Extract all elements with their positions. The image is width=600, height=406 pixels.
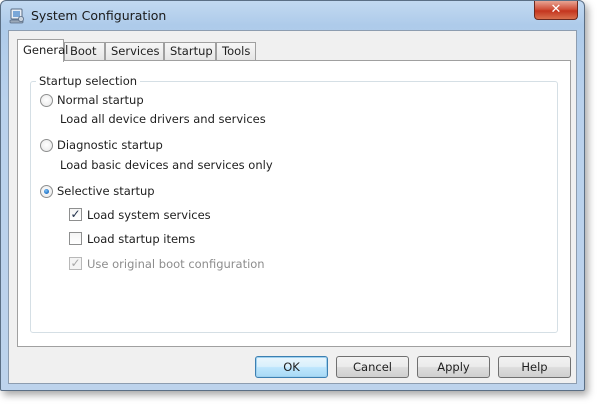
use-original-boot-label: Use original boot configuration	[87, 257, 265, 271]
group-label: Startup selection	[36, 74, 141, 88]
tab-services[interactable]: Services	[105, 42, 164, 61]
system-config-icon	[9, 8, 24, 24]
tab-tools[interactable]: Tools	[216, 42, 256, 61]
dialog-client-area: General Boot Services Startup Tools Star…	[8, 30, 577, 384]
load-startup-items-label[interactable]: Load startup items	[87, 232, 195, 246]
load-system-services-checkbox[interactable]: ✓	[69, 208, 82, 221]
normal-startup-radio[interactable]	[40, 94, 53, 107]
close-button[interactable]: ✕	[534, 1, 578, 20]
diagnostic-startup-radio[interactable]	[40, 139, 53, 152]
normal-startup-label[interactable]: Normal startup	[57, 93, 144, 107]
tab-boot[interactable]: Boot	[64, 42, 105, 61]
startup-selection-group: Startup selection Normal startup Load al…	[30, 74, 558, 333]
use-original-boot-checkbox: ✓	[69, 256, 82, 270]
selective-startup-radio[interactable]	[40, 185, 53, 198]
diagnostic-startup-label[interactable]: Diagnostic startup	[57, 138, 163, 152]
selective-startup-label[interactable]: Selective startup	[57, 184, 155, 198]
apply-button[interactable]: Apply	[417, 356, 490, 378]
load-system-services-label[interactable]: Load system services	[87, 208, 211, 222]
diagnostic-startup-description: Load basic devices and services only	[60, 158, 273, 172]
tab-startup[interactable]: Startup	[164, 42, 216, 61]
ok-button[interactable]: OK	[255, 356, 328, 378]
window-title: System Configuration	[31, 8, 167, 23]
tab-general[interactable]: General	[17, 39, 68, 62]
help-button[interactable]: Help	[498, 356, 571, 378]
load-startup-items-checkbox[interactable]	[69, 232, 82, 245]
cancel-button[interactable]: Cancel	[336, 356, 409, 378]
close-icon: ✕	[550, 2, 562, 17]
general-tab-panel: Startup selection Normal startup Load al…	[17, 60, 571, 347]
title-bar[interactable]: System Configuration ✕	[1, 1, 584, 30]
normal-startup-description: Load all device drivers and services	[60, 112, 266, 126]
system-configuration-window: System Configuration ✕ General Boot Serv…	[0, 0, 585, 391]
